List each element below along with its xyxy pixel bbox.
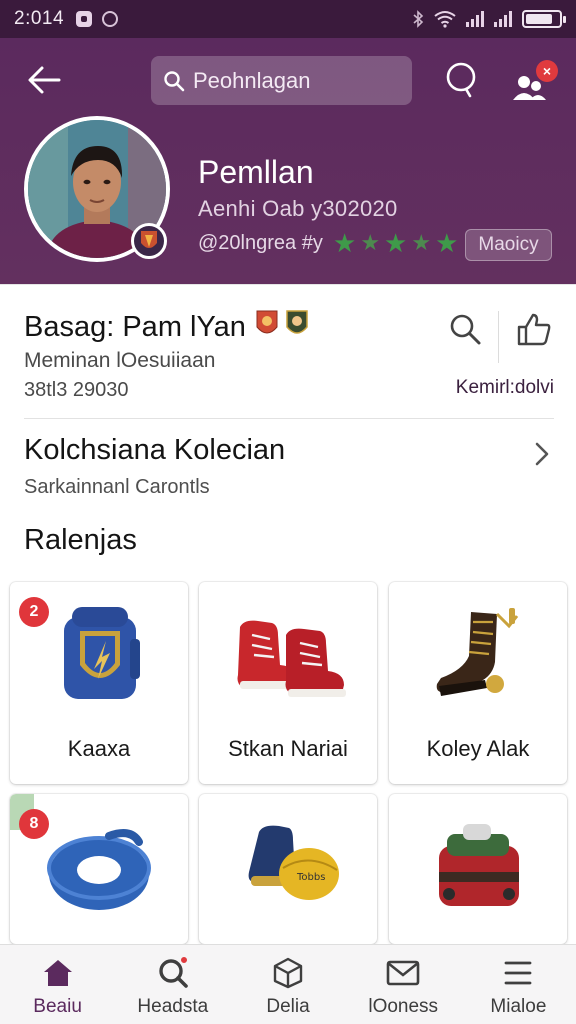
nav-item-messages[interactable]: lOoness [346, 945, 461, 1024]
nav-item-home[interactable]: Beaiu [0, 945, 115, 1024]
player-search-button[interactable] [445, 309, 485, 349]
search-input[interactable] [193, 67, 393, 94]
red-bag-icon [389, 802, 567, 932]
star-icon: ★ [360, 230, 381, 255]
club-badge-icon [286, 310, 308, 334]
notification-app-icon [76, 11, 93, 27]
box-icon [270, 957, 306, 989]
nav-label: Mialoe [490, 996, 547, 1017]
nav-label: Beaiu [33, 996, 82, 1017]
mail-icon [385, 957, 421, 989]
player-stats: 38tl3 29030 [24, 379, 129, 401]
signal-icon [466, 11, 484, 27]
battery-level [526, 14, 552, 24]
notification-badge: × [536, 60, 558, 82]
profile-handle: @20lngrea #y [198, 232, 323, 254]
star-icon: ★ [333, 228, 357, 258]
star-icon: ★ [411, 230, 432, 255]
item-card[interactable]: Kaaxa 2 [10, 582, 188, 784]
item-label: Kaaxa [67, 736, 131, 761]
notification-dot [178, 955, 189, 965]
bottom-navigation: Beaiu Headsta Delia lOoness Mialoe [0, 944, 576, 1024]
player-detail: Meminan lOesuiiaan [24, 349, 216, 372]
section-title: Ralenjas [24, 524, 137, 556]
item-card[interactable]: Koley Alak [389, 582, 567, 784]
status-time: 2:014 [14, 8, 65, 29]
collection-subtitle: Sarkainnanl Carontls [24, 476, 210, 498]
item-count-badge: 2 [19, 597, 49, 627]
friends-button[interactable]: × [510, 60, 558, 102]
collection-link[interactable]: Kolchsiana Kolecian Sarkainnanl Carontls [0, 420, 576, 510]
search-icon [164, 70, 185, 91]
star-icon: ★ [384, 228, 408, 258]
star-icon: ★ [435, 228, 459, 258]
search-bar[interactable] [151, 56, 412, 105]
home-icon [40, 957, 76, 989]
item-card[interactable]: Tobbs [199, 794, 377, 944]
profile-subtitle: Aenhi Oab y302020 [198, 196, 398, 221]
player-info: Basag: Pam lYan Meminan lOesuiiaan 38tl3… [0, 284, 576, 418]
red-boots-icon [199, 590, 377, 720]
bluetooth-icon [413, 10, 424, 28]
club-badge-icon [256, 310, 278, 334]
chevron-right-icon [530, 440, 554, 468]
rating-stars: ★ ★ ★ ★ ★ [333, 230, 458, 256]
status-bar: 2:014 [0, 0, 576, 38]
arrow-left-icon [28, 66, 61, 94]
thumbs-up-icon [517, 313, 551, 346]
signal-icon [494, 11, 512, 27]
settings-icon [102, 11, 119, 27]
like-button[interactable] [512, 309, 556, 349]
item-count-badge: 8 [19, 809, 49, 839]
nav-item-delivery[interactable]: Delia [230, 945, 345, 1024]
brown-boot-icon [389, 590, 567, 720]
status-indicators [412, 10, 566, 28]
nav-label: Delia [266, 996, 310, 1017]
back-button[interactable] [24, 60, 64, 100]
item-label: Stkan Nariai [228, 736, 348, 761]
wifi-icon [434, 11, 456, 28]
section-divider [24, 418, 554, 419]
nav-item-search[interactable]: Headsta [115, 945, 230, 1024]
player-title: Basag: Pam lYan [24, 311, 246, 343]
svg-text:Tobbs: Tobbs [296, 872, 325, 883]
item-card[interactable]: 8 [10, 794, 188, 944]
item-card[interactable] [389, 794, 567, 944]
rank-badge [131, 223, 167, 259]
divider [498, 311, 499, 363]
nav-label: lOoness [368, 996, 439, 1017]
battery-icon [522, 10, 566, 28]
yellow-boot-icon: Tobbs [199, 802, 377, 932]
search-icon [155, 955, 191, 989]
menu-icon [500, 957, 536, 989]
status-app-icons [76, 11, 119, 27]
item-label: Koley Alak [426, 736, 530, 761]
like-label[interactable]: Kemirl:dolvi [456, 377, 554, 399]
magnifier-icon [446, 62, 476, 98]
nav-label: Headsta [137, 996, 209, 1017]
profile-header: × Pemllan Aenhi Oab y302020 @20lngrea #y… [0, 38, 576, 284]
profile-name: Pemllan [198, 154, 314, 190]
explore-button[interactable] [442, 60, 482, 100]
nav-item-menu[interactable]: Mialoe [461, 945, 576, 1024]
collection-title: Kolchsiana Kolecian [24, 434, 286, 466]
item-card[interactable]: Stkan Nariai [199, 582, 377, 784]
search-icon [450, 314, 481, 345]
crest-icon [141, 231, 157, 248]
status-chip[interactable]: Maoicy [465, 229, 552, 261]
